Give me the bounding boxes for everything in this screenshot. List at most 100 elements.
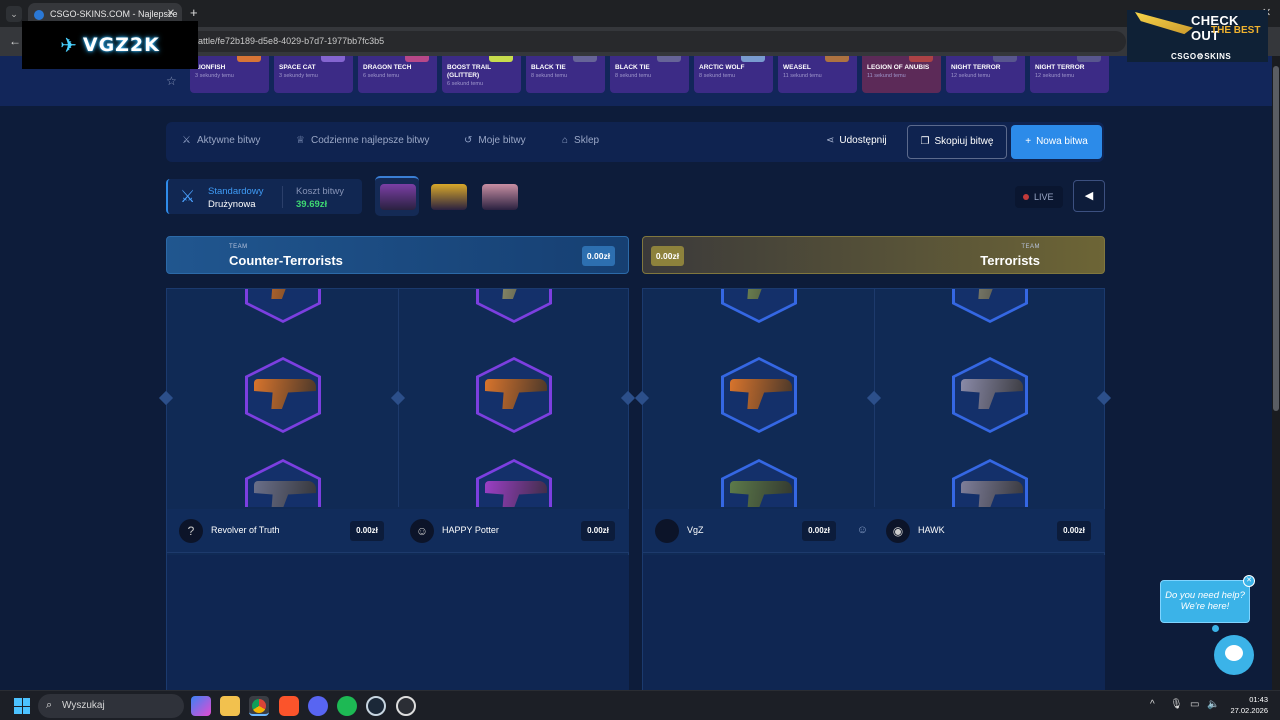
drop-item-time: 8 sekund temu bbox=[531, 73, 568, 79]
chrome-icon[interactable] bbox=[249, 696, 269, 716]
live-drop-item[interactable]: BLACK TIE 8 sekund temu bbox=[526, 56, 605, 93]
drop-item-time: 12 sekund temu bbox=[1035, 73, 1075, 79]
live-drop-item[interactable]: ARCTIC WOLF 8 sekund temu bbox=[694, 56, 773, 93]
new-battle-label: Nowa bitwa bbox=[1036, 136, 1088, 147]
live-drop-item[interactable]: NIGHT TERROR 12 sekund temu bbox=[1030, 56, 1109, 93]
live-drop-item[interactable]: BOOST TRAIL (GLITTER) 6 sekund temu bbox=[442, 56, 521, 93]
star-icon[interactable]: ☆ bbox=[166, 74, 177, 88]
nav-active-battles[interactable]: ⚔ Aktywne bitwy bbox=[182, 135, 260, 146]
obs-icon[interactable] bbox=[396, 696, 416, 716]
emoji-icon[interactable]: ☺ bbox=[857, 524, 868, 536]
ct-battle-grid: ? Revolver of Truth 0.00zł ☺ HAPPY Potter 0.0… bbox=[158, 288, 636, 690]
share-button[interactable]: ⋖ Udostępnij bbox=[826, 135, 887, 146]
scrollbar-thumb[interactable] bbox=[1273, 66, 1279, 411]
player-reel-column bbox=[398, 289, 629, 507]
page-scrollbar[interactable] bbox=[1272, 56, 1280, 690]
drop-item-image bbox=[405, 56, 429, 62]
player-value: 0.00zł bbox=[350, 521, 384, 541]
taskbar-search-label: Wyszukaj bbox=[62, 700, 105, 711]
chat-button[interactable] bbox=[1214, 635, 1254, 675]
windows-start-icon[interactable] bbox=[14, 698, 30, 714]
battle-mode-label: Standardowy bbox=[208, 186, 264, 197]
battle-mode-card: ⚔ Standardowy Drużynowa Koszt bitwy 39.6… bbox=[166, 179, 362, 214]
basket-icon: ⌂ bbox=[562, 135, 569, 146]
player-avatar[interactable]: ? bbox=[179, 519, 203, 543]
player-name[interactable]: HAPPY Potter bbox=[442, 525, 499, 535]
nav-my-battles[interactable]: ↺ Moje bitwy bbox=[464, 135, 526, 146]
steam-icon[interactable] bbox=[366, 696, 386, 716]
tab-list-dropdown-icon[interactable]: ⌄ bbox=[6, 6, 22, 22]
drop-item-time: 6 sekund temu bbox=[447, 81, 484, 87]
sound-toggle-button[interactable]: ◀ bbox=[1073, 180, 1105, 212]
live-drop-item[interactable]: BLACK TIE 8 sekund temu bbox=[610, 56, 689, 93]
live-drop-item[interactable]: LEGION OF ANUBIS 11 sekund temu bbox=[862, 56, 941, 93]
site-favicon-icon bbox=[34, 10, 44, 20]
empty-reel-area bbox=[398, 555, 629, 690]
live-drop-item[interactable]: WEASEL 11 sekund temu bbox=[778, 56, 857, 93]
copilot-icon[interactable] bbox=[191, 696, 211, 716]
browser-tab-title: CSGO-SKINS.COM - Najlepsze bbox=[50, 9, 178, 19]
stream-overlay-text: VGZ2K bbox=[82, 34, 160, 56]
microphone-icon[interactable]: 🎙 bbox=[1170, 699, 1183, 710]
network-icon[interactable]: ▭ bbox=[1190, 699, 1199, 710]
spotify-icon[interactable] bbox=[337, 696, 357, 716]
back-arrow-icon[interactable]: ← bbox=[9, 34, 21, 48]
live-drop-item[interactable]: DRAGON TECH 6 sekund temu bbox=[358, 56, 437, 93]
player-avatar[interactable]: ☺ bbox=[410, 519, 434, 543]
help-bubble[interactable]: ✕ Do you need help? We're here! bbox=[1160, 575, 1255, 623]
file-explorer-icon[interactable] bbox=[220, 696, 240, 716]
close-help-icon[interactable]: ✕ bbox=[1243, 575, 1255, 587]
drop-item-image bbox=[237, 56, 261, 62]
player-name[interactable]: HAWK bbox=[918, 525, 945, 535]
share-label: Udostępnij bbox=[839, 135, 887, 146]
drop-item-time: 6 sekund temu bbox=[363, 73, 400, 79]
drop-item-time: 3 sekundy temu bbox=[195, 73, 234, 79]
discord-icon[interactable] bbox=[308, 696, 328, 716]
player-reel-column bbox=[874, 289, 1105, 507]
close-tab-icon[interactable]: ✕ bbox=[167, 8, 175, 19]
volume-icon[interactable]: 🔈 bbox=[1207, 699, 1219, 710]
nav-daily-best[interactable]: ♕ Codzienne najlepsze bitwy bbox=[296, 135, 429, 146]
player-name[interactable]: Revolver of Truth bbox=[211, 525, 280, 535]
advert-line-2: THE BEST bbox=[1211, 25, 1261, 36]
live-drop-item[interactable]: NIGHT TERROR 12 sekund temu bbox=[946, 56, 1025, 93]
battle-case-icon[interactable] bbox=[482, 184, 518, 210]
tray-chevron-icon[interactable]: ^ bbox=[1150, 699, 1155, 710]
player-value: 0.00zł bbox=[1057, 521, 1091, 541]
battle-cost-label: Koszt bitwy bbox=[296, 186, 345, 197]
reel-item-slot bbox=[721, 357, 797, 433]
copy-battle-button[interactable]: ❐ Skopiuj bitwę bbox=[907, 125, 1007, 159]
brave-icon[interactable] bbox=[279, 696, 299, 716]
drop-item-image bbox=[1077, 56, 1101, 62]
nav-shop[interactable]: ⌂ Sklep bbox=[562, 135, 599, 146]
battle-case-icon[interactable] bbox=[431, 184, 467, 210]
nav-daily-best-label: Codzienne najlepsze bitwy bbox=[310, 135, 430, 146]
speaker-icon: ◀ bbox=[1084, 190, 1094, 202]
player-value: 0.00zł bbox=[581, 521, 615, 541]
new-tab-icon[interactable]: + bbox=[190, 5, 198, 20]
nav-active-battles-label: Aktywne bitwy bbox=[196, 135, 261, 146]
player-avatar[interactable]: ◉ bbox=[886, 519, 910, 543]
drop-item-image bbox=[909, 56, 933, 62]
new-battle-button[interactable]: + Nowa bitwa bbox=[1011, 125, 1102, 159]
live-label: LIVE bbox=[1034, 192, 1054, 202]
reel-item-slot bbox=[476, 289, 552, 323]
nav-my-battles-label: Moje bitwy bbox=[478, 135, 526, 146]
drop-item-time: 11 sekund temu bbox=[783, 73, 822, 79]
reel-item-slot bbox=[245, 459, 321, 507]
taskbar-clock[interactable]: 01:43 27.02.2026 bbox=[1226, 694, 1268, 716]
drop-item-name: LEGION OF ANUBIS bbox=[867, 64, 930, 71]
player-name[interactable]: VgZ bbox=[687, 525, 704, 535]
twitter-bird-icon: ✈ bbox=[60, 34, 77, 57]
drop-item-time: 12 sekund temu bbox=[951, 73, 991, 79]
team-ct-tag: TEAM bbox=[229, 244, 248, 250]
player-avatar[interactable] bbox=[655, 519, 679, 543]
advert-brand: CSGO⚙SKINS bbox=[1171, 52, 1232, 61]
live-drop-item[interactable]: SPACE CAT 3 sekundy temu bbox=[274, 56, 353, 93]
advert-banner[interactable]: CHECK OUT THE BEST CSGO⚙SKINS bbox=[1127, 10, 1268, 62]
taskbar-search[interactable]: ⌕ Wyszukaj bbox=[38, 694, 184, 718]
reel-item-slot bbox=[245, 289, 321, 323]
live-drop-item[interactable]: LIONFISH 3 sekundy temu bbox=[190, 56, 269, 93]
battle-case-icon[interactable] bbox=[380, 184, 416, 210]
chat-icon bbox=[1225, 645, 1243, 661]
